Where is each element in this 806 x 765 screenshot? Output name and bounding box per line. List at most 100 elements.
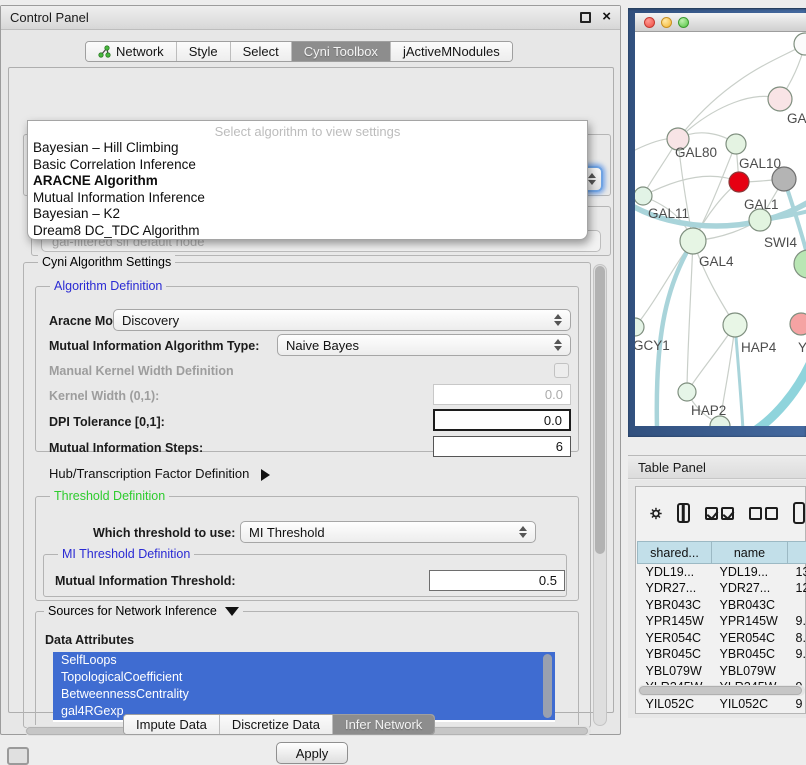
table-cell: 13 — [788, 564, 806, 581]
data-attributes-list[interactable]: SelfLoops TopologicalCoefficient Between… — [53, 652, 555, 722]
table-row[interactable]: YPR145W YPR145W 9. — [638, 613, 806, 630]
dropdown-item[interactable]: Bayesian – K2 — [28, 206, 587, 223]
tab-cyni-toolbox[interactable]: Cyni Toolbox — [292, 42, 391, 61]
which-threshold-label: Which threshold to use: — [93, 526, 235, 540]
table-row[interactable]: YER054C YER054C 8. — [638, 630, 806, 647]
tab-impute-data[interactable]: Impute Data — [124, 715, 220, 734]
tab-select[interactable]: Select — [231, 42, 292, 61]
expanded-arrow-icon — [225, 607, 239, 616]
dropdown-item-selected[interactable]: ARACNE Algorithm — [28, 173, 587, 190]
table-row-clipped[interactable]: YIL052C YIL052C 9 — [638, 696, 806, 712]
list-scrollbar-thumb[interactable] — [543, 654, 552, 718]
tab-jactivemnodules[interactable]: jActiveMNodules — [391, 42, 512, 61]
tab-style[interactable]: Style — [177, 42, 231, 61]
table-row[interactable]: YDR27... YDR27... 12 — [638, 580, 806, 597]
mi-algorithm-type-value: Naive Bayes — [286, 338, 359, 353]
network-window: GAL GAL80 GAL10 GAL11 GAL1 SWI4 GAL4 GCY… — [635, 13, 806, 426]
kernel-width-field[interactable]: 0.0 — [433, 384, 571, 405]
settings-scrollbar-thumb[interactable] — [595, 266, 605, 554]
table-header-row: shared... name — [638, 542, 806, 564]
column-header-clipped[interactable] — [788, 542, 806, 564]
apply-button[interactable]: Apply — [276, 742, 348, 764]
select-all-columns-icon[interactable] — [705, 507, 734, 520]
mi-steps-label: Mutual Information Steps: — [49, 441, 203, 455]
mi-algorithm-type-combobox[interactable]: Naive Bayes — [277, 334, 571, 356]
cyni-algorithm-settings-title: Cyni Algorithm Settings — [38, 255, 175, 269]
tab-network-label: Network — [116, 44, 164, 59]
network-icon — [98, 45, 111, 58]
table-panel-body: shared... name YDL19... YDL19... 13 YDR2… — [628, 480, 806, 718]
node-label-gal10: GAL10 — [739, 156, 781, 171]
dropdown-item[interactable]: Dream8 DC_TDC Algorithm — [28, 223, 587, 240]
table-cell: YIL052C — [712, 696, 788, 712]
list-item[interactable]: BetweennessCentrality — [53, 686, 555, 703]
mi-threshold-field[interactable]: 0.5 — [429, 570, 565, 591]
algorithm-dropdown-list: Select algorithm to view settings Bayesi… — [27, 120, 588, 240]
network-window-titlebar[interactable] — [635, 13, 806, 32]
minimized-panel-icon[interactable] — [7, 747, 29, 765]
table-row[interactable]: YBR045C YBR045C 9. — [638, 646, 806, 663]
column-header-shared[interactable]: shared... — [638, 542, 712, 564]
tab-discretize-data[interactable]: Discretize Data — [220, 715, 333, 734]
mi-steps-field[interactable]: 6 — [433, 436, 571, 457]
tab-network[interactable]: Network — [86, 42, 177, 61]
node-label-gcy1: GCY1 — [635, 338, 670, 353]
list-item[interactable]: TopologicalCoefficient — [53, 669, 555, 686]
which-threshold-value: MI Threshold — [249, 525, 325, 540]
node-label-y-partial: Y — [798, 340, 806, 355]
node-label-gal11: GAL11 — [648, 206, 689, 221]
table-cell: 9. — [788, 613, 806, 630]
float-window-icon[interactable] — [580, 12, 591, 23]
tab-impute-data-label: Impute Data — [136, 717, 207, 732]
table-cell: YBR043C — [712, 597, 788, 614]
gear-icon[interactable] — [650, 503, 662, 524]
manual-kernel-width-checkbox[interactable] — [554, 363, 569, 378]
zoom-traffic-light-icon[interactable] — [678, 17, 689, 28]
table-row[interactable]: YBL079W YBL079W — [638, 663, 806, 680]
dropdown-item[interactable]: Mutual Information Inference — [28, 190, 587, 207]
dropdown-item[interactable]: Basic Correlation Inference — [28, 157, 587, 174]
mi-threshold-definition-title: MI Threshold Definition — [58, 547, 194, 561]
column-header-name[interactable]: name — [712, 542, 788, 564]
dpi-tolerance-label: DPI Tolerance [0,1]: — [49, 415, 165, 429]
mi-algorithm-type-label: Mutual Information Algorithm Type: — [49, 339, 259, 353]
collapsed-arrow-icon — [261, 469, 270, 481]
close-traffic-light-icon[interactable] — [644, 17, 655, 28]
hub-definition-toggle[interactable]: Hub/Transcription Factor Definition — [49, 466, 270, 481]
split-columns-icon[interactable] — [677, 503, 690, 523]
control-panel-titlebar: Control Panel × — [1, 6, 620, 30]
table-cell: YIL052C — [638, 696, 712, 712]
sources-title[interactable]: Sources for Network Inference — [44, 604, 243, 618]
node-label-hap4: HAP4 — [741, 340, 777, 355]
table-cell — [788, 663, 806, 680]
manual-kernel-width-label: Manual Kernel Width Definition — [49, 364, 234, 378]
dpi-tolerance-value: 0.0 — [544, 413, 562, 428]
tab-infer-network[interactable]: Infer Network — [333, 715, 434, 734]
dropdown-prompt: Select algorithm to view settings — [28, 123, 587, 140]
table-cell: YBR045C — [638, 646, 712, 663]
deselect-all-columns-icon[interactable] — [749, 507, 778, 520]
settings-scrollbar[interactable] — [593, 264, 607, 726]
document-icon[interactable] — [793, 502, 805, 524]
table-cell: YDL19... — [712, 564, 788, 581]
aracne-mode-combobox[interactable]: Discovery — [113, 309, 571, 331]
table-horizontal-scrollbar-thumb[interactable] — [639, 686, 802, 695]
table-row[interactable]: YDL19... YDL19... 13 — [638, 564, 806, 581]
dropdown-item[interactable]: Bayesian – Hill Climbing — [28, 140, 587, 157]
table-cell: YDR27... — [712, 580, 788, 597]
screen: Control Panel × Network Style Select — [0, 0, 806, 762]
table-cell: 12 — [788, 580, 806, 597]
table-cell: 9. — [788, 646, 806, 663]
table-horizontal-scrollbar[interactable] — [638, 685, 805, 696]
unchecked-box-icon — [765, 507, 778, 520]
dpi-tolerance-field[interactable]: 0.0 — [433, 409, 571, 431]
algorithm-definition-title: Algorithm Definition — [50, 279, 166, 293]
list-item[interactable]: SelfLoops — [53, 652, 555, 669]
which-threshold-combobox[interactable]: MI Threshold — [240, 521, 536, 543]
network-canvas[interactable]: GAL GAL80 GAL10 GAL11 GAL1 SWI4 GAL4 GCY… — [635, 32, 806, 426]
minimize-traffic-light-icon[interactable] — [661, 17, 672, 28]
close-icon[interactable]: × — [602, 8, 611, 25]
table-row[interactable]: YBR043C YBR043C — [638, 597, 806, 614]
table-cell: YER054C — [638, 630, 712, 647]
kernel-width-label: Kernel Width (0,1): — [49, 389, 159, 403]
